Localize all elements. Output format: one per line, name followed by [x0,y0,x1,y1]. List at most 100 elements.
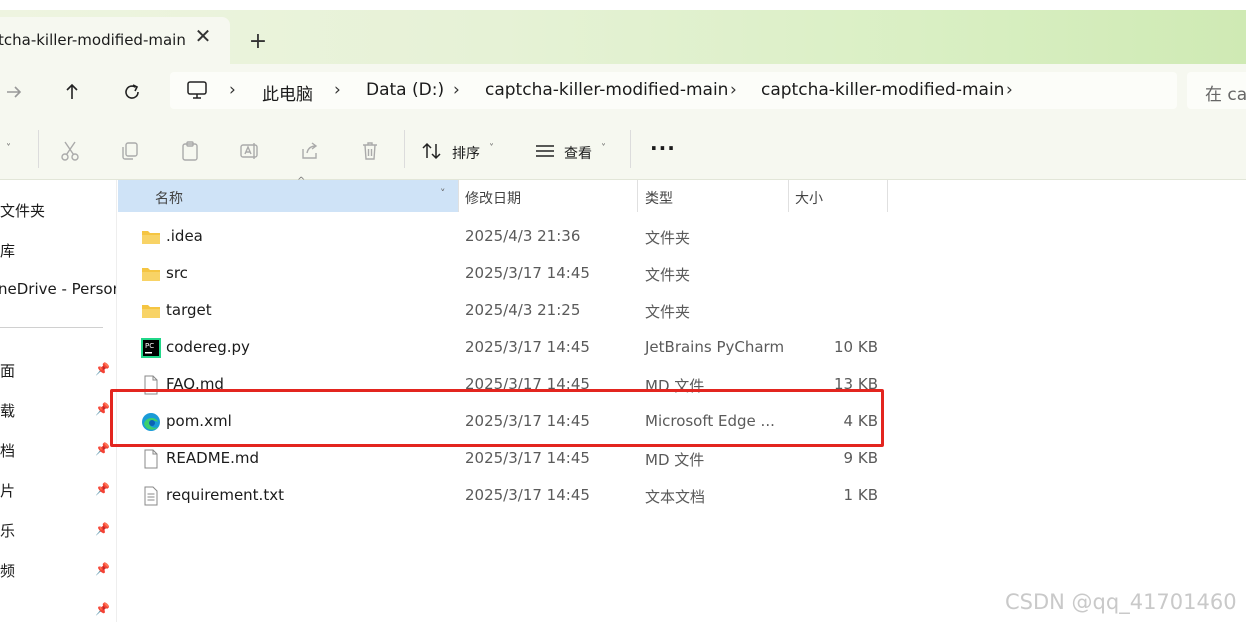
file-name: codereg.py [166,338,250,356]
new-menu-caret[interactable]: ˅ [6,143,11,154]
pin-icon: 📌 [95,402,110,416]
pin-icon: 📌 [95,602,110,616]
delete-icon[interactable] [358,139,382,163]
tab-active[interactable]: tcha-killer-modified-main ✕ [0,17,230,64]
sidebar-item-pictures[interactable]: 片 [0,480,15,501]
file-type: 文件夹 [645,303,691,321]
file-row[interactable]: PC codereg.py 2025/3/17 14:45 JetBrains … [118,329,888,366]
share-icon[interactable] [298,139,322,163]
up-icon[interactable] [58,78,86,106]
sidebar-item[interactable]: 文件夹 [0,200,45,221]
more-options-button[interactable]: ··· [650,136,676,160]
view-icon[interactable] [533,139,557,163]
file-type: 文本文档 [645,488,706,506]
breadcrumb-separator: › [730,80,737,100]
file-size: 1 KB [843,486,878,504]
file-date: 2025/4/3 21:36 [465,227,581,245]
file-row[interactable]: src 2025/3/17 14:45 文件夹 [118,255,888,292]
file-type: JetBrains PyCharm [645,338,785,356]
tab-title: tcha-killer-modified-main [0,31,186,49]
navigation-bar: › 此电脑 › Data (D:) › captcha-killer-modif… [0,64,1246,120]
file-name: requirement.txt [166,486,284,504]
sidebar-item-desktop[interactable]: 面 [0,360,15,381]
search-input[interactable]: 在 ca [1187,72,1246,109]
column-header-type[interactable]: 类型 [638,180,788,212]
sort-button[interactable]: 排序 [452,143,480,163]
folder-icon [142,268,160,281]
column-date-label: 修改日期 [465,191,521,207]
sidebar-item-downloads[interactable]: 载 [0,400,15,421]
column-size-label: 大小 [795,191,823,207]
watermark: CSDN @qq_41701460 [1005,590,1237,614]
sort-ascending-icon: ^ [297,176,306,187]
breadcrumb-folder-1[interactable]: captcha-killer-modified-main [485,80,728,100]
command-toolbar: ˅ 排序 ˅ 查看 ˅ ··· [0,120,1246,180]
file-date: 2025/3/17 14:45 [465,486,590,504]
column-header-name[interactable]: 名称 [118,180,458,212]
svg-text:PC: PC [145,342,154,350]
sidebar-item-music[interactable]: 乐 [0,520,15,541]
breadcrumb-separator: › [334,80,341,100]
sort-icon[interactable] [420,139,444,163]
column-type-label: 类型 [645,191,673,207]
pin-icon: 📌 [95,562,110,576]
paste-icon[interactable] [178,139,202,163]
folder-icon [142,231,160,244]
close-icon[interactable]: ✕ [193,24,213,48]
copy-icon[interactable] [118,139,142,163]
file-icon [144,449,158,469]
file-name: target [166,301,212,319]
file-date: 2025/3/17 14:45 [465,264,590,282]
rename-icon[interactable] [238,139,262,163]
file-row[interactable]: target 2025/4/3 21:25 文件夹 [118,292,888,329]
toolbar-divider [404,130,405,168]
file-type: 文件夹 [645,266,691,284]
pin-icon: 📌 [95,442,110,456]
pycharm-icon: PC [141,338,161,358]
pin-icon: 📌 [95,362,110,376]
breadcrumb-separator: › [453,80,460,100]
column-divider[interactable] [887,180,888,212]
new-tab-button[interactable]: + [246,29,270,54]
address-bar[interactable]: › 此电脑 › Data (D:) › captcha-killer-modif… [170,72,1177,109]
file-date: 2025/3/17 14:45 [465,338,590,356]
file-name: .idea [166,227,203,245]
sidebar-item-videos[interactable]: 频 [0,560,15,581]
pin-icon: 📌 [95,482,110,496]
file-type: 文件夹 [645,229,691,247]
breadcrumb-data-drive[interactable]: Data (D:) [366,80,444,100]
search-placeholder: 在 ca [1205,85,1246,105]
file-name: README.md [166,449,260,467]
sidebar-item-onedrive[interactable]: neDrive - Person [0,280,116,298]
toolbar-divider [630,130,631,168]
file-date: 2025/4/3 21:25 [465,301,581,319]
folder-icon [142,305,160,318]
file-size: 10 KB [834,338,878,356]
file-row[interactable]: requirement.txt 2025/3/17 14:45 文本文档 1 K… [118,477,888,514]
chevron-down-icon[interactable]: ˅ [440,187,446,200]
sidebar-item-documents[interactable]: 档 [0,440,15,461]
forward-icon[interactable] [0,78,28,106]
view-button[interactable]: 查看 [564,143,592,163]
cut-icon[interactable] [58,139,82,163]
text-file-icon [144,486,158,506]
refresh-icon[interactable] [118,78,146,106]
file-row[interactable]: .idea 2025/4/3 21:36 文件夹 [118,218,888,255]
file-date: 2025/3/17 14:45 [465,449,590,467]
column-name-label: 名称 [155,191,183,207]
computer-icon [186,80,208,104]
breadcrumb-folder-2[interactable]: captcha-killer-modified-main [761,80,1004,100]
breadcrumb-separator: › [229,80,236,100]
sort-caret: ˅ [489,143,494,154]
breadcrumb-this-pc[interactable]: 此电脑 [262,80,313,105]
sidebar-item[interactable]: 库 [0,240,15,261]
navigation-pane: 文件夹 库 neDrive - Person 面 📌 载 📌 档 📌 片 📌 乐… [0,180,117,622]
breadcrumb-separator[interactable]: › [1006,80,1013,100]
toolbar-divider [38,130,39,168]
view-caret: ˅ [601,143,606,154]
highlight-box [110,389,884,447]
file-type: MD 文件 [645,451,705,469]
column-header-size[interactable]: 大小 [789,180,887,212]
file-name: src [166,264,188,282]
column-header-date[interactable]: 修改日期 [459,180,637,212]
